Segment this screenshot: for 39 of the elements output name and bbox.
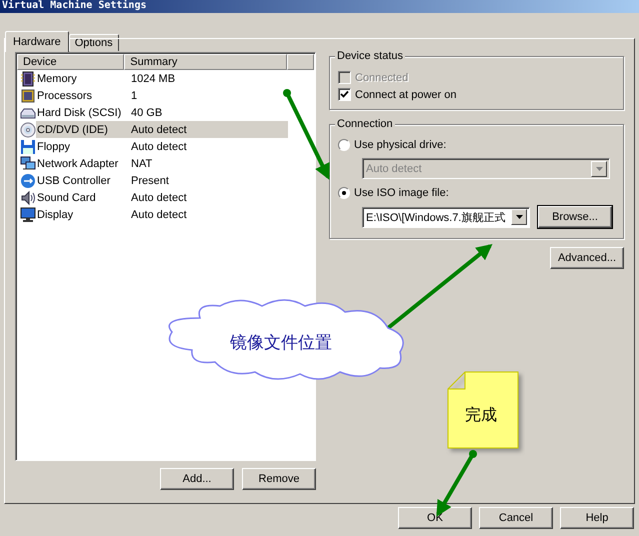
speaker-icon bbox=[20, 190, 36, 206]
help-button[interactable]: Help bbox=[560, 507, 634, 529]
column-header[interactable]: Summary bbox=[124, 54, 288, 70]
checkbox-label[interactable]: Connect at power on bbox=[355, 88, 457, 100]
tab[interactable]: Options bbox=[68, 34, 119, 51]
callout-text: 镜像文件位置 bbox=[230, 332, 332, 354]
device-row[interactable]: CD/DVD (IDE) Auto detect bbox=[36, 121, 288, 138]
window-title: Virtual Machine Settings bbox=[0, 0, 639, 13]
group-title: Connection bbox=[335, 118, 395, 130]
processor-chip-icon bbox=[20, 88, 36, 104]
radio-label[interactable]: Use physical drive: bbox=[354, 139, 446, 151]
checkbox[interactable] bbox=[338, 88, 351, 101]
ok-button[interactable]: OK bbox=[398, 507, 472, 529]
device-row[interactable]: Processors 1 bbox=[36, 87, 288, 104]
dropdown-field[interactable]: E:\ISO\[Windows.7.旗舰正式 bbox=[362, 206, 530, 228]
device-row[interactable]: Memory 1024 MB bbox=[36, 70, 288, 87]
device-row[interactable]: Network Adapter NAT bbox=[36, 155, 288, 172]
advanced-button[interactable]: Advanced... bbox=[550, 247, 624, 269]
memory-chip-icon bbox=[20, 70, 36, 86]
radio-label[interactable]: Use ISO image file: bbox=[354, 187, 449, 199]
device-row[interactable]: Floppy Auto detect bbox=[36, 138, 288, 155]
monitor-icon bbox=[20, 206, 36, 222]
disc-icon bbox=[20, 122, 36, 138]
add-button[interactable]: Add... bbox=[160, 468, 234, 490]
device-row[interactable]: Display Auto detect bbox=[36, 206, 288, 223]
network-computers-icon bbox=[20, 156, 36, 172]
radio-button[interactable] bbox=[338, 139, 350, 151]
column-header[interactable]: Device bbox=[17, 54, 124, 70]
usb-icon bbox=[20, 172, 36, 188]
remove-button[interactable]: Remove bbox=[242, 468, 316, 490]
device-row[interactable]: Hard Disk (SCSI) 40 GB bbox=[36, 104, 288, 121]
radio-button[interactable] bbox=[338, 187, 350, 199]
note-text: 完成 bbox=[465, 405, 497, 426]
cancel-button[interactable]: Cancel bbox=[479, 507, 553, 529]
browse-button[interactable]: Browse... bbox=[538, 206, 612, 228]
device-row[interactable]: Sound Card Auto detect bbox=[36, 189, 288, 206]
device-row[interactable]: USB Controller Present bbox=[36, 172, 288, 189]
tab[interactable]: Hardware bbox=[5, 31, 69, 52]
group-title: Device status bbox=[335, 50, 406, 62]
